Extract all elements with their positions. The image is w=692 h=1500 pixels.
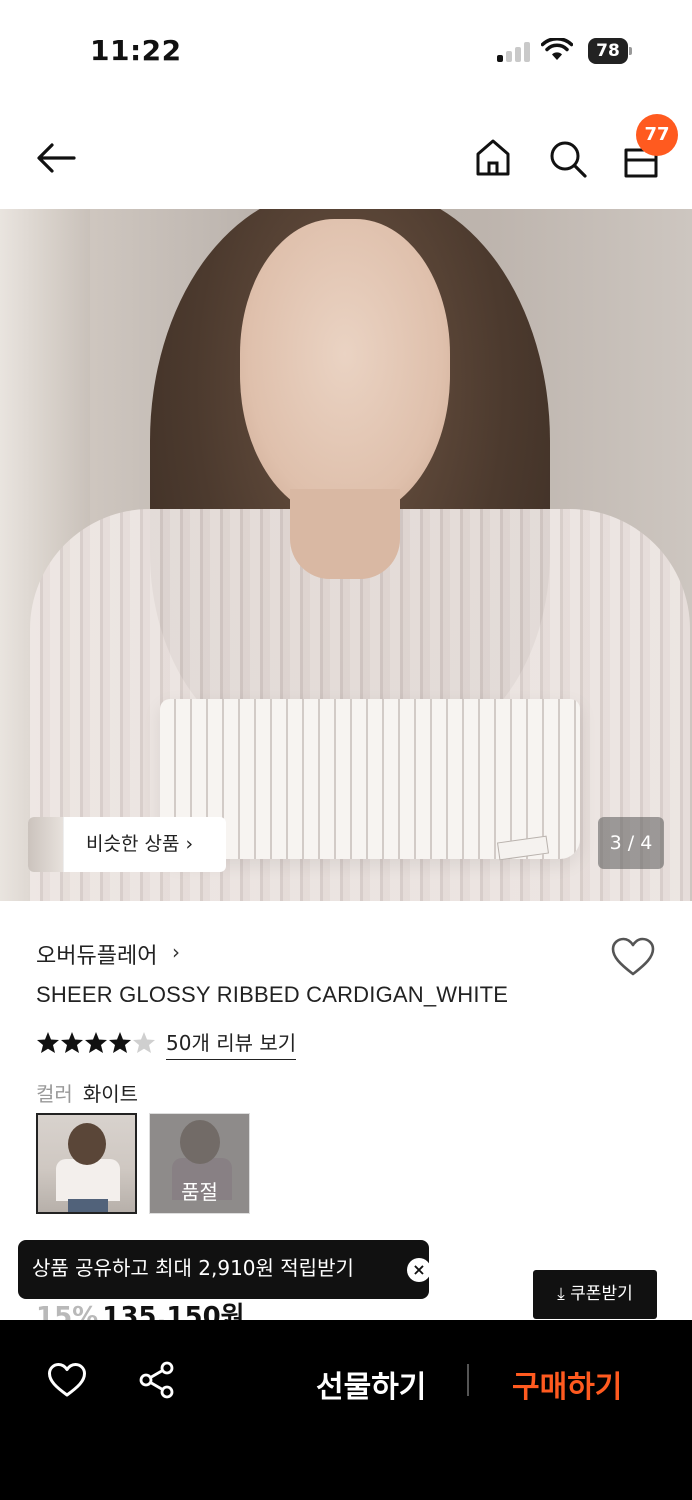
star-icon	[109, 1032, 131, 1053]
divider	[467, 1364, 469, 1396]
status-bar: 11:22 78	[0, 0, 692, 100]
heart-icon[interactable]	[47, 1362, 87, 1398]
color-label: 컬러	[36, 1082, 73, 1106]
similar-products-label: 비슷한 상품 ›	[86, 833, 194, 855]
cart-count-badge: 77	[636, 114, 678, 156]
star-icon	[85, 1032, 107, 1053]
share-icon[interactable]	[138, 1361, 176, 1399]
similar-product-thumbnail	[28, 817, 64, 872]
share-reward-toast[interactable]: 상품 공유하고 최대 2,910원 적립받기 ×	[18, 1240, 431, 1299]
color-swatch-white[interactable]	[36, 1113, 137, 1214]
color-swatch-soldout[interactable]: 품절	[149, 1113, 250, 1214]
battery-level: 78	[596, 41, 620, 61]
toast-message: 상품 공유하고 최대 2,910원 적립받기	[32, 1256, 354, 1280]
star-icon	[37, 1032, 59, 1053]
top-nav: 77	[0, 110, 692, 206]
sold-out-label: 품절	[181, 1180, 218, 1204]
search-icon[interactable]	[545, 136, 589, 180]
similar-products-button[interactable]: 비슷한 상품 ›	[28, 817, 226, 872]
status-time: 11:22	[90, 34, 182, 67]
product-name: SHEER GLOSSY RIBBED CARDIGAN_WHITE	[36, 982, 509, 1007]
star-icon	[61, 1032, 83, 1053]
wishlist-heart-icon[interactable]	[610, 936, 656, 978]
back-arrow-icon[interactable]	[32, 136, 80, 180]
coupon-button[interactable]: ⤓ 쿠폰받기	[533, 1270, 657, 1319]
image-counter: 3 / 4	[598, 817, 664, 869]
battery-icon: 78	[588, 38, 632, 64]
sale-price: 135,150원	[102, 1302, 245, 1322]
review-link[interactable]: 50개 리뷰 보기	[166, 1027, 297, 1060]
buy-button[interactable]: 구매하기	[512, 1362, 622, 1406]
color-value: 화이트	[82, 1082, 139, 1106]
bottom-action-bar: 선물하기 구매하기	[0, 1320, 692, 1500]
wifi-icon	[541, 38, 573, 60]
price-row: 15% 135,150원	[36, 1296, 245, 1322]
discount-rate: 15%	[36, 1302, 99, 1322]
rating-stars	[37, 1032, 155, 1053]
brand-chevron-icon[interactable]: ›	[172, 940, 180, 964]
brand-name[interactable]: 오버듀플레어	[36, 938, 157, 970]
product-image[interactable]	[0, 209, 692, 901]
close-icon[interactable]: ×	[407, 1258, 431, 1282]
home-icon[interactable]	[472, 136, 514, 180]
half-star-icon	[133, 1032, 155, 1053]
gift-button[interactable]: 선물하기	[316, 1362, 426, 1406]
cellular-signal-icon	[497, 40, 531, 62]
color-row: 컬러 화이트	[36, 1078, 138, 1107]
